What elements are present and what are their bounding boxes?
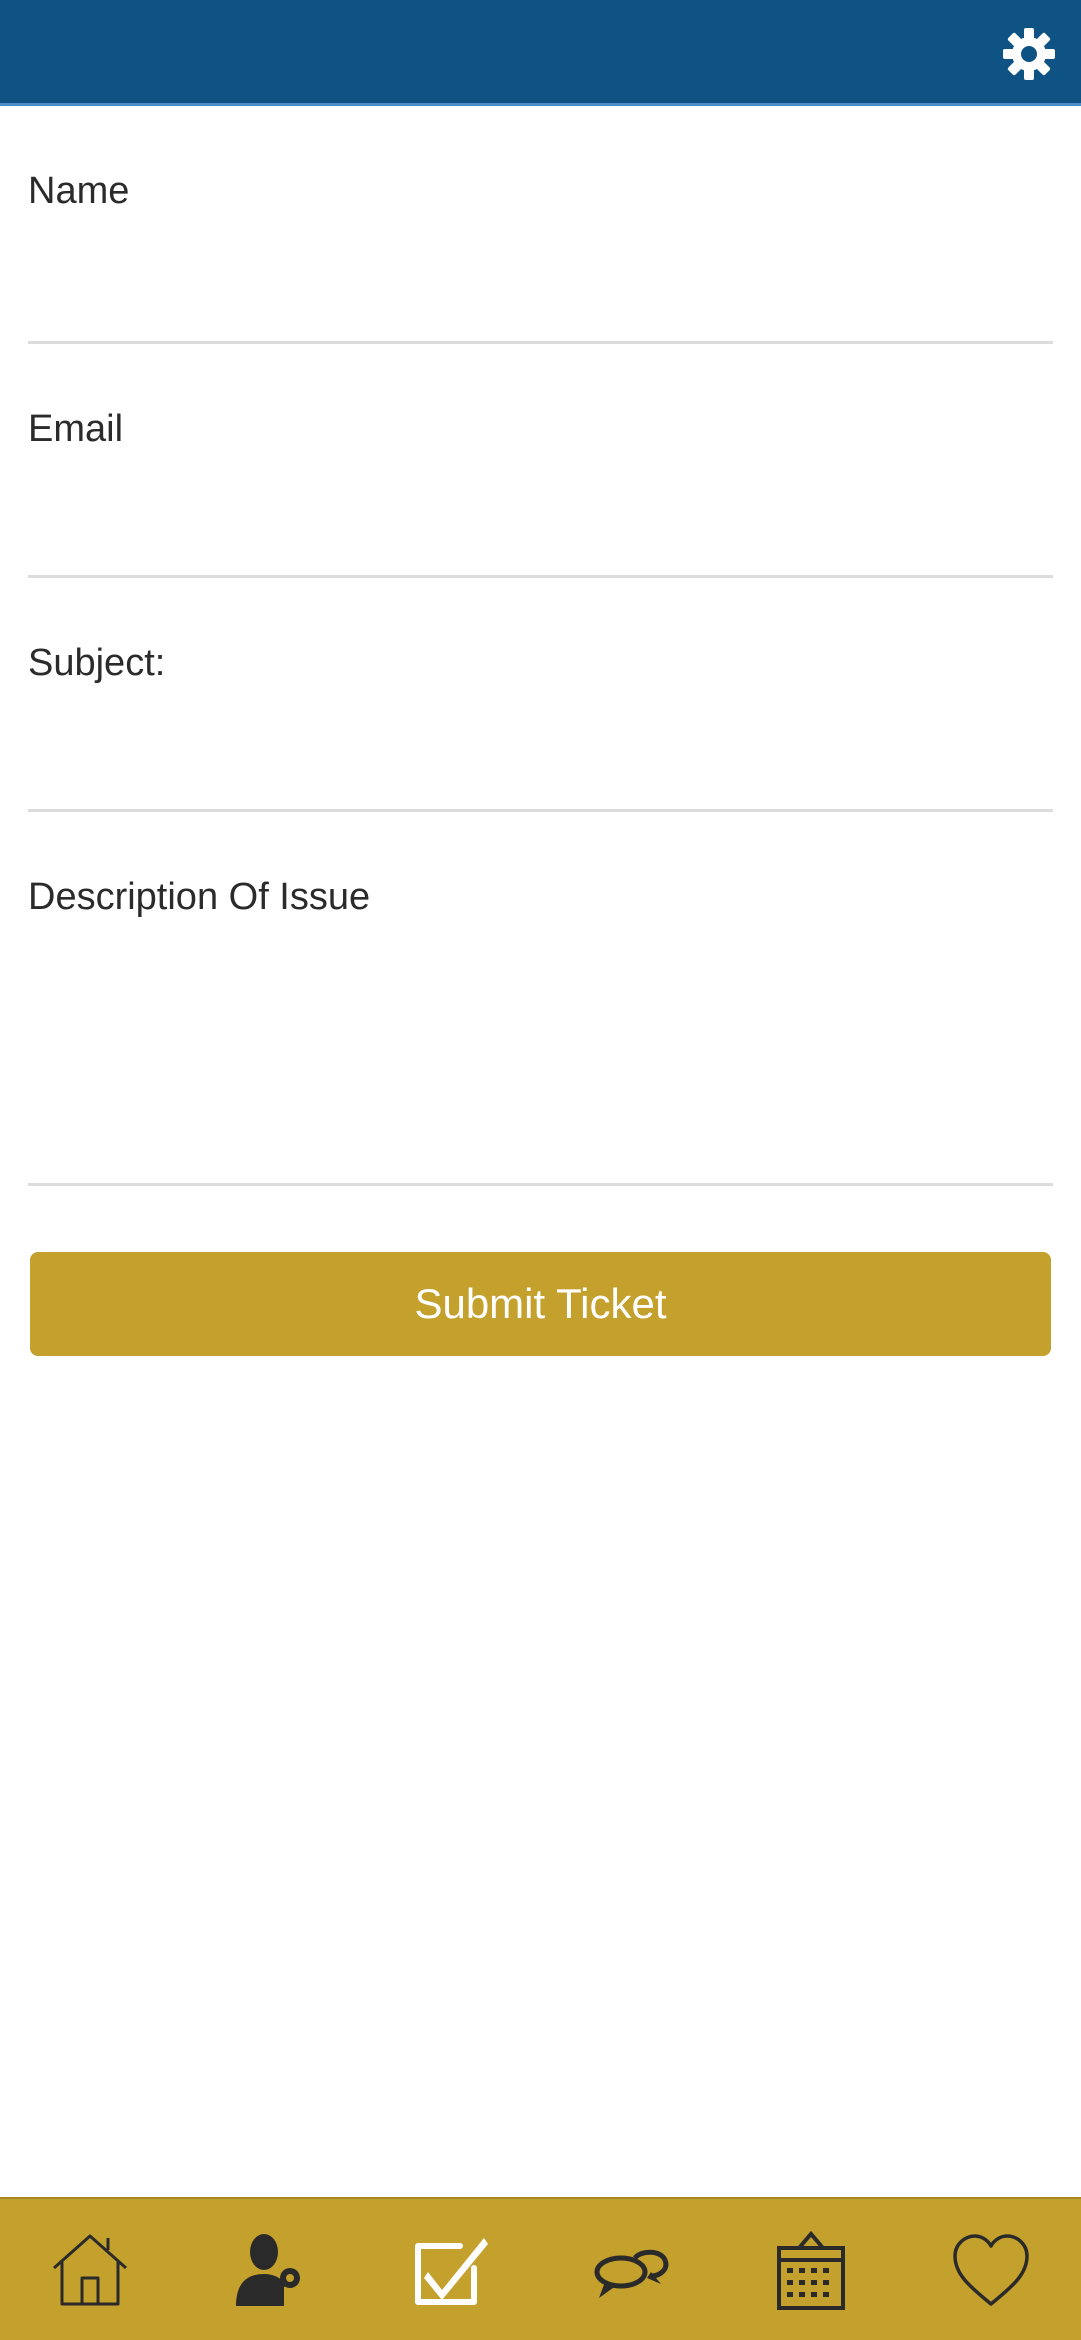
nav-chat[interactable]: [576, 2215, 686, 2325]
subject-label: Subject:: [28, 642, 166, 684]
nav-favorites[interactable]: [936, 2215, 1046, 2325]
top-app-bar: [0, 0, 1081, 106]
description-textarea[interactable]: [28, 973, 1053, 1173]
nav-account[interactable]: [215, 2215, 325, 2325]
home-icon: [53, 2234, 128, 2305]
subject-input[interactable]: [28, 735, 1053, 799]
email-input[interactable]: [28, 501, 1053, 565]
nav-calendar[interactable]: [756, 2215, 866, 2325]
heart-icon: [953, 2233, 1029, 2306]
description-field: Description Of Issue: [28, 812, 1053, 1186]
submit-ticket-button[interactable]: Submit Ticket: [30, 1252, 1051, 1356]
name-label: Name: [28, 170, 130, 212]
nav-tasks[interactable]: [395, 2215, 505, 2325]
name-input[interactable]: [28, 267, 1053, 331]
description-label: Description Of Issue: [28, 876, 371, 918]
calendar-icon: [776, 2230, 845, 2310]
email-label: Email: [28, 408, 124, 450]
nav-home[interactable]: [35, 2215, 145, 2325]
chat-icon: [594, 2249, 668, 2298]
bottom-nav: [0, 2197, 1081, 2340]
subject-field: Subject:: [28, 578, 1053, 812]
gear-icon[interactable]: [1001, 26, 1057, 82]
name-field: Name: [28, 106, 1053, 344]
email-field: Email: [28, 344, 1053, 578]
checkbox-icon: [415, 2237, 489, 2305]
user-key-icon: [236, 2233, 301, 2306]
